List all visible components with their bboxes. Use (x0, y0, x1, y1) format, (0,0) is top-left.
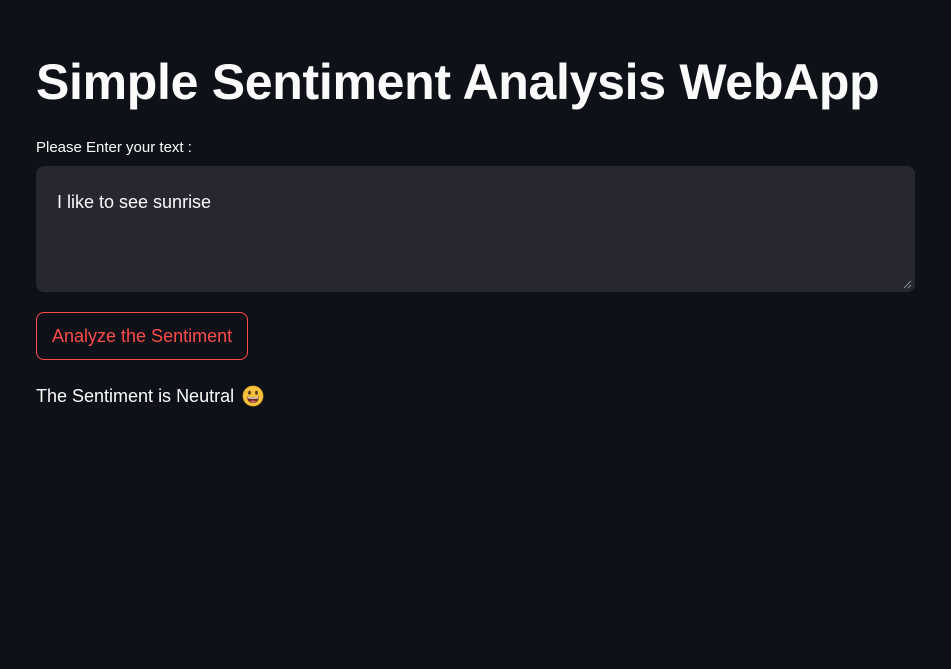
grinning-face-emoji-icon (242, 385, 264, 407)
resize-handle-icon[interactable] (902, 279, 912, 289)
app-container: Simple Sentiment Analysis WebApp Please … (0, 0, 951, 669)
text-input-label: Please Enter your text : (36, 139, 192, 156)
sentiment-result-text: The Sentiment is Neutral (36, 386, 235, 406)
text-input[interactable]: I like to see sunrise (36, 166, 915, 292)
page-title: Simple Sentiment Analysis WebApp (36, 54, 880, 110)
sentiment-result: The Sentiment is Neutral (36, 384, 915, 408)
text-input-container: I like to see sunrise (36, 166, 915, 292)
analyze-sentiment-button[interactable]: Analyze the Sentiment (36, 312, 249, 360)
